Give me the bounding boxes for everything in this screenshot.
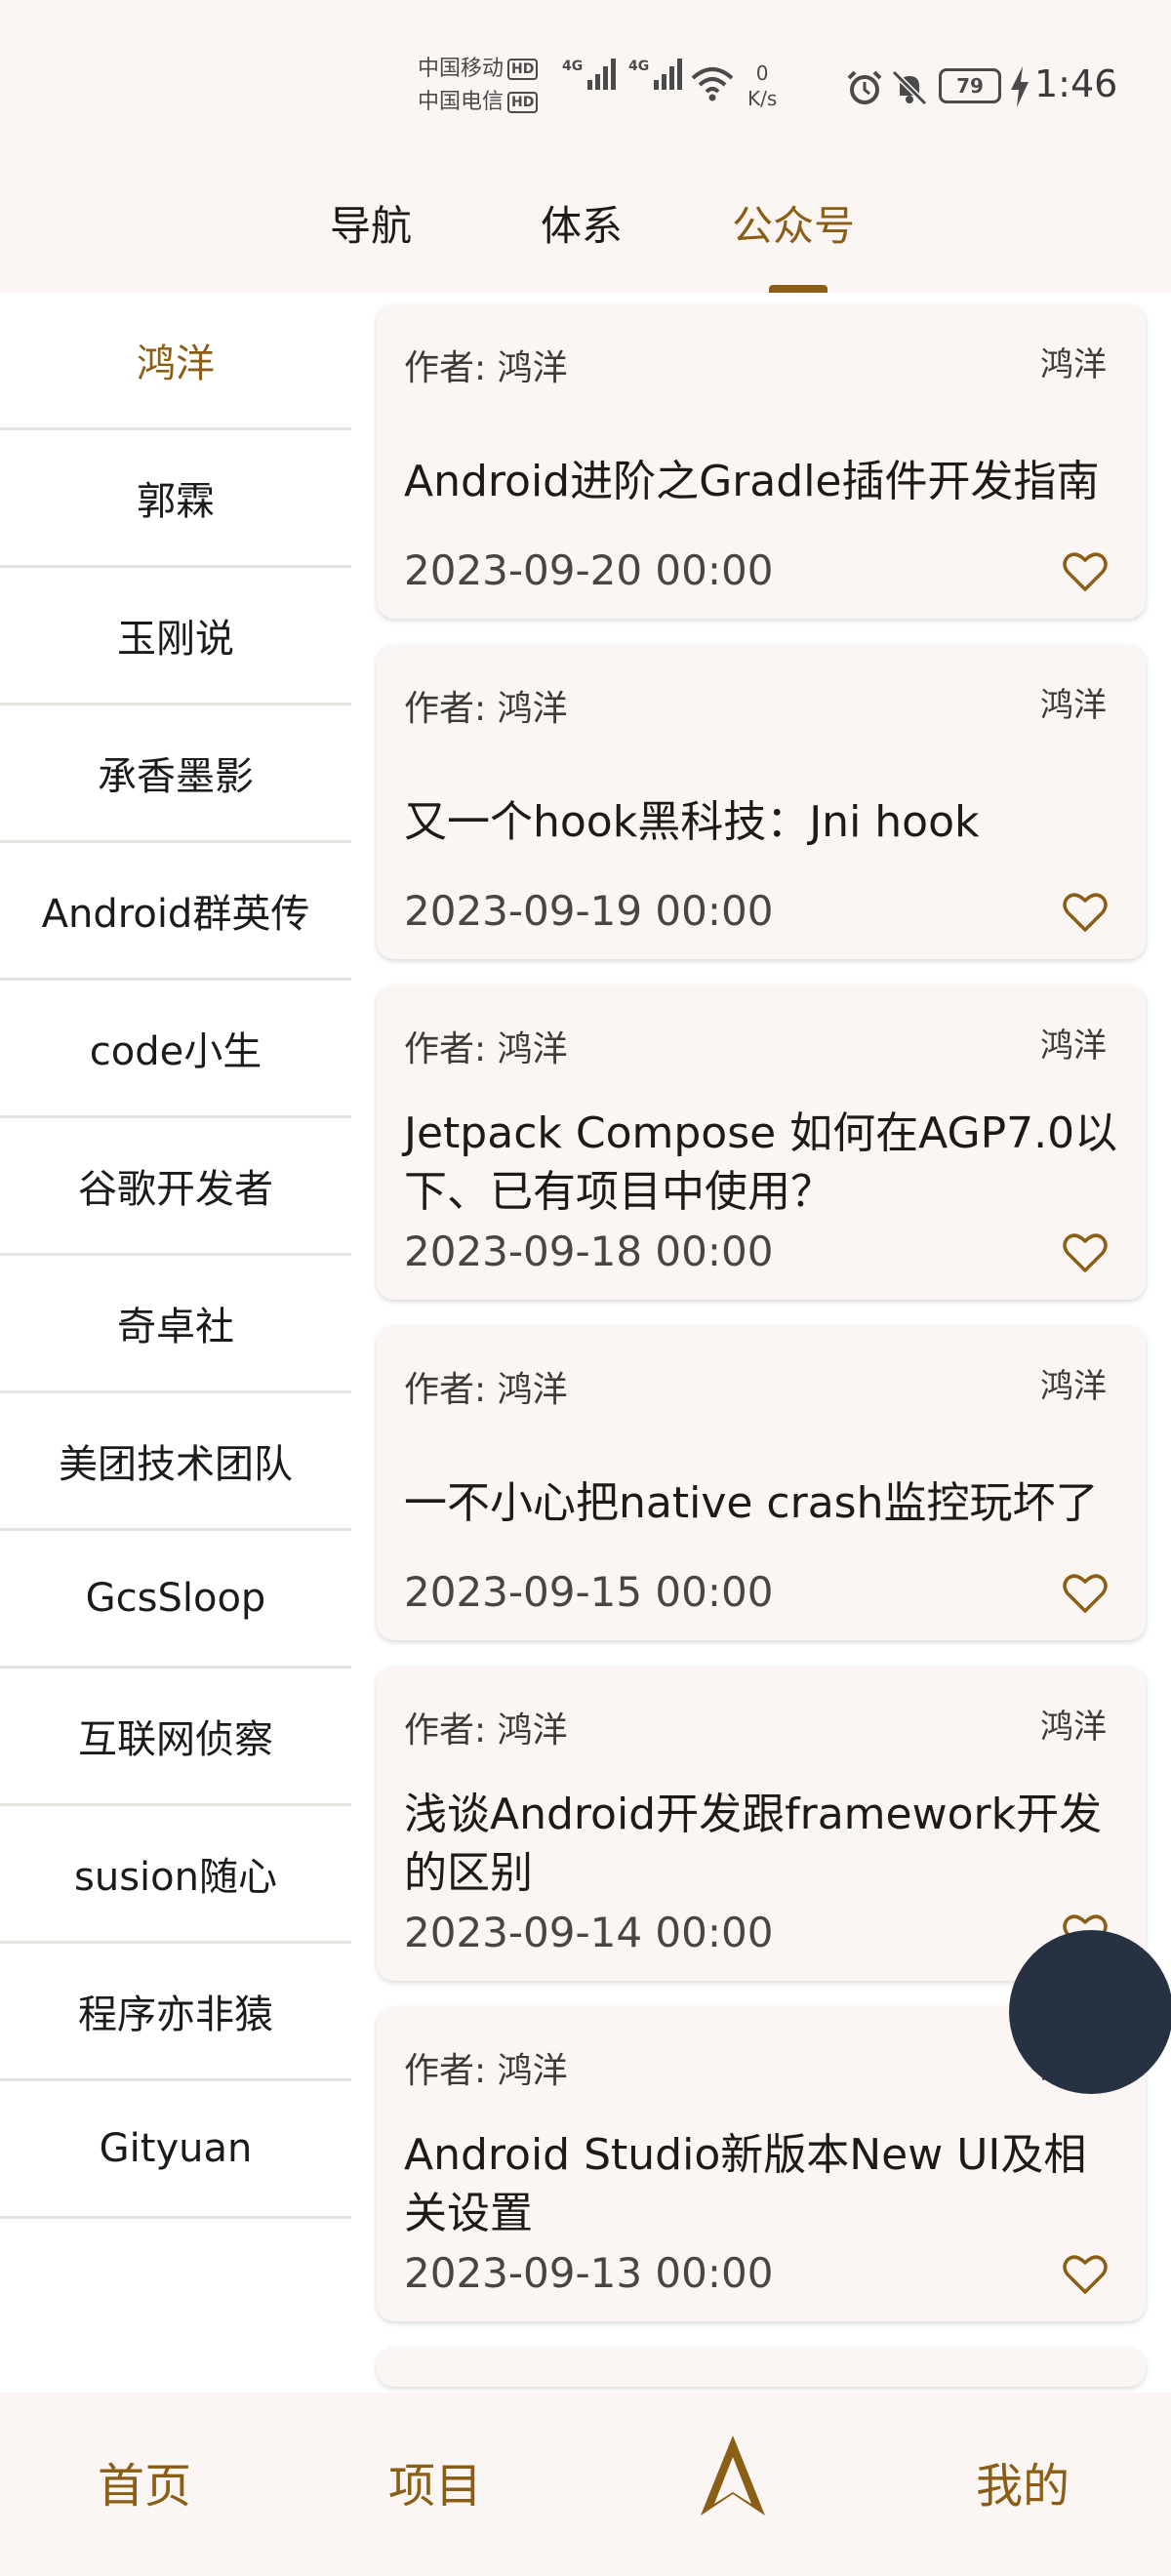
signal-strength-icon: 4G bbox=[562, 59, 617, 90]
sidebar-item-code-xiaosheng[interactable]: code小生 bbox=[0, 981, 351, 1118]
floating-action-button[interactable] bbox=[1009, 1930, 1171, 2094]
article-date: 2023-09-19 00:00 bbox=[404, 887, 774, 935]
sidebar-item-chengxuyifeiyuan[interactable]: 程序亦非猿 bbox=[0, 1944, 351, 2081]
sidebar-item-chengxiangmoying[interactable]: 承香墨影 bbox=[0, 705, 351, 843]
signal-strength-icon: 4G bbox=[628, 59, 683, 90]
article-author: 作者: 鸿洋 bbox=[404, 1029, 568, 1069]
account-sidebar: 鸿洋 郭霖 玉刚说 承香墨影 Android群英传 code小生 谷歌开发者 奇… bbox=[0, 293, 351, 2219]
article-date: 2023-09-14 00:00 bbox=[404, 1909, 774, 1956]
article-author: 作者: 鸿洋 bbox=[404, 2051, 568, 2091]
favorite-heart-icon[interactable] bbox=[1062, 1572, 1109, 1615]
bottom-nav-projects[interactable]: 项目 bbox=[388, 2447, 482, 2516]
article-author: 作者: 鸿洋 bbox=[404, 348, 568, 388]
article-card[interactable]: 作者: 鸿洋 鸿洋 浅谈Android开发跟framework开发的区别 202… bbox=[377, 1667, 1146, 1981]
network-speed: 0 K/s bbox=[747, 61, 778, 110]
article-title: Android进阶之Gradle插件开发指南 bbox=[404, 457, 1100, 506]
article-card-partial[interactable] bbox=[377, 2348, 1146, 2387]
status-bar: 中国移动 HD 中国电信 HD 4G 4G 0 K/s 79 1:46 bbox=[0, 0, 1171, 166]
article-author: 作者: 鸿洋 bbox=[404, 1711, 568, 1751]
bottom-nav-mine[interactable]: 我的 bbox=[976, 2447, 1070, 2516]
article-date: 2023-09-15 00:00 bbox=[404, 1568, 774, 1616]
wifi-icon bbox=[691, 67, 734, 101]
article-date: 2023-09-20 00:00 bbox=[404, 546, 774, 594]
charging-bolt-icon bbox=[1011, 66, 1029, 107]
sidebar-item-hongyang[interactable]: 鸿洋 bbox=[0, 293, 351, 430]
sidebar-item-guolin[interactable]: 郭霖 bbox=[0, 430, 351, 568]
top-tab-bar: 导航 体系 公众号 bbox=[0, 166, 1171, 293]
hd-badge: HD bbox=[507, 59, 539, 80]
article-author: 作者: 鸿洋 bbox=[404, 689, 568, 729]
navigation-arrow-icon[interactable] bbox=[697, 2432, 769, 2519]
sidebar-item-yugangshuo[interactable]: 玉刚说 bbox=[0, 568, 351, 705]
notifications-off-icon bbox=[891, 69, 928, 106]
active-tab-indicator bbox=[769, 285, 828, 293]
article-card[interactable]: 作者: 鸿洋 鸿洋 Android进阶之Gradle插件开发指南 2023-09… bbox=[377, 304, 1146, 619]
sidebar-item-gcssloop[interactable]: GcsSloop bbox=[0, 1531, 351, 1669]
article-card[interactable]: 作者: 鸿洋 鸿洋 Jetpack Compose 如何在AGP7.0以下、已有… bbox=[377, 986, 1146, 1300]
tab-system[interactable]: 体系 bbox=[541, 193, 623, 253]
article-date: 2023-09-13 00:00 bbox=[404, 2249, 774, 2297]
article-chapter-tag: 鸿洋 bbox=[1040, 345, 1107, 384]
article-card[interactable]: 作者: 鸿洋 鸿洋 一不小心把native crash监控玩坏了 2023-09… bbox=[377, 1326, 1146, 1640]
carrier-info: 中国移动 HD 中国电信 HD bbox=[418, 53, 554, 119]
article-title: 又一个hook黑科技：Jni hook bbox=[404, 797, 980, 847]
favorite-heart-icon[interactable] bbox=[1062, 891, 1109, 934]
article-card[interactable]: 作者: 鸿洋 鸿洋 又一个hook黑科技：Jni hook 2023-09-19… bbox=[377, 645, 1146, 959]
hd-badge: HD bbox=[507, 92, 539, 113]
sidebar-item-susion[interactable]: susion随心 bbox=[0, 1806, 351, 1944]
carrier-2-label: 中国电信 bbox=[418, 90, 505, 114]
article-title: Android Studio新版本New UI及相关设置 bbox=[404, 2130, 1087, 2238]
sidebar-item-internet-detective[interactable]: 互联网侦察 bbox=[0, 1669, 351, 1806]
sidebar-item-gityuan[interactable]: Gityuan bbox=[0, 2081, 351, 2219]
content-area: 鸿洋 郭霖 玉刚说 承香墨影 Android群英传 code小生 谷歌开发者 奇… bbox=[0, 293, 1171, 2393]
article-chapter-tag: 鸿洋 bbox=[1040, 1026, 1107, 1066]
favorite-heart-icon[interactable] bbox=[1062, 2253, 1109, 2296]
tab-navigation[interactable]: 导航 bbox=[330, 193, 412, 253]
article-list: 作者: 鸿洋 鸿洋 Android进阶之Gradle插件开发指南 2023-09… bbox=[377, 304, 1146, 2393]
article-title: 浅谈Android开发跟framework开发的区别 bbox=[404, 1790, 1103, 1898]
battery-icon: 79 bbox=[939, 68, 1001, 103]
article-chapter-tag: 鸿洋 bbox=[1040, 686, 1107, 725]
bottom-nav-home[interactable]: 首页 bbox=[98, 2447, 191, 2516]
sidebar-item-android-qunyingzhuan[interactable]: Android群英传 bbox=[0, 843, 351, 981]
favorite-heart-icon[interactable] bbox=[1062, 550, 1109, 593]
article-chapter-tag: 鸿洋 bbox=[1040, 1367, 1107, 1406]
sidebar-item-qizhuoshe[interactable]: 奇卓社 bbox=[0, 1256, 351, 1393]
clock: 1:46 bbox=[1034, 62, 1118, 105]
article-title: 一不小心把native crash监控玩坏了 bbox=[404, 1478, 1099, 1528]
sidebar-item-meituan-tech[interactable]: 美团技术团队 bbox=[0, 1393, 351, 1531]
carrier-1-label: 中国移动 bbox=[418, 57, 505, 81]
tab-official-accounts[interactable]: 公众号 bbox=[732, 193, 855, 253]
article-date: 2023-09-18 00:00 bbox=[404, 1228, 774, 1275]
bottom-navigation-bar: 首页 项目 我的 bbox=[0, 2393, 1171, 2576]
alarm-icon bbox=[847, 70, 882, 104]
article-title: Jetpack Compose 如何在AGP7.0以下、已有项目中使用？ bbox=[404, 1108, 1118, 1217]
favorite-heart-icon[interactable] bbox=[1062, 1231, 1109, 1274]
article-chapter-tag: 鸿洋 bbox=[1040, 1708, 1107, 1747]
sidebar-item-google-developers[interactable]: 谷歌开发者 bbox=[0, 1118, 351, 1256]
article-author: 作者: 鸿洋 bbox=[404, 1370, 568, 1410]
